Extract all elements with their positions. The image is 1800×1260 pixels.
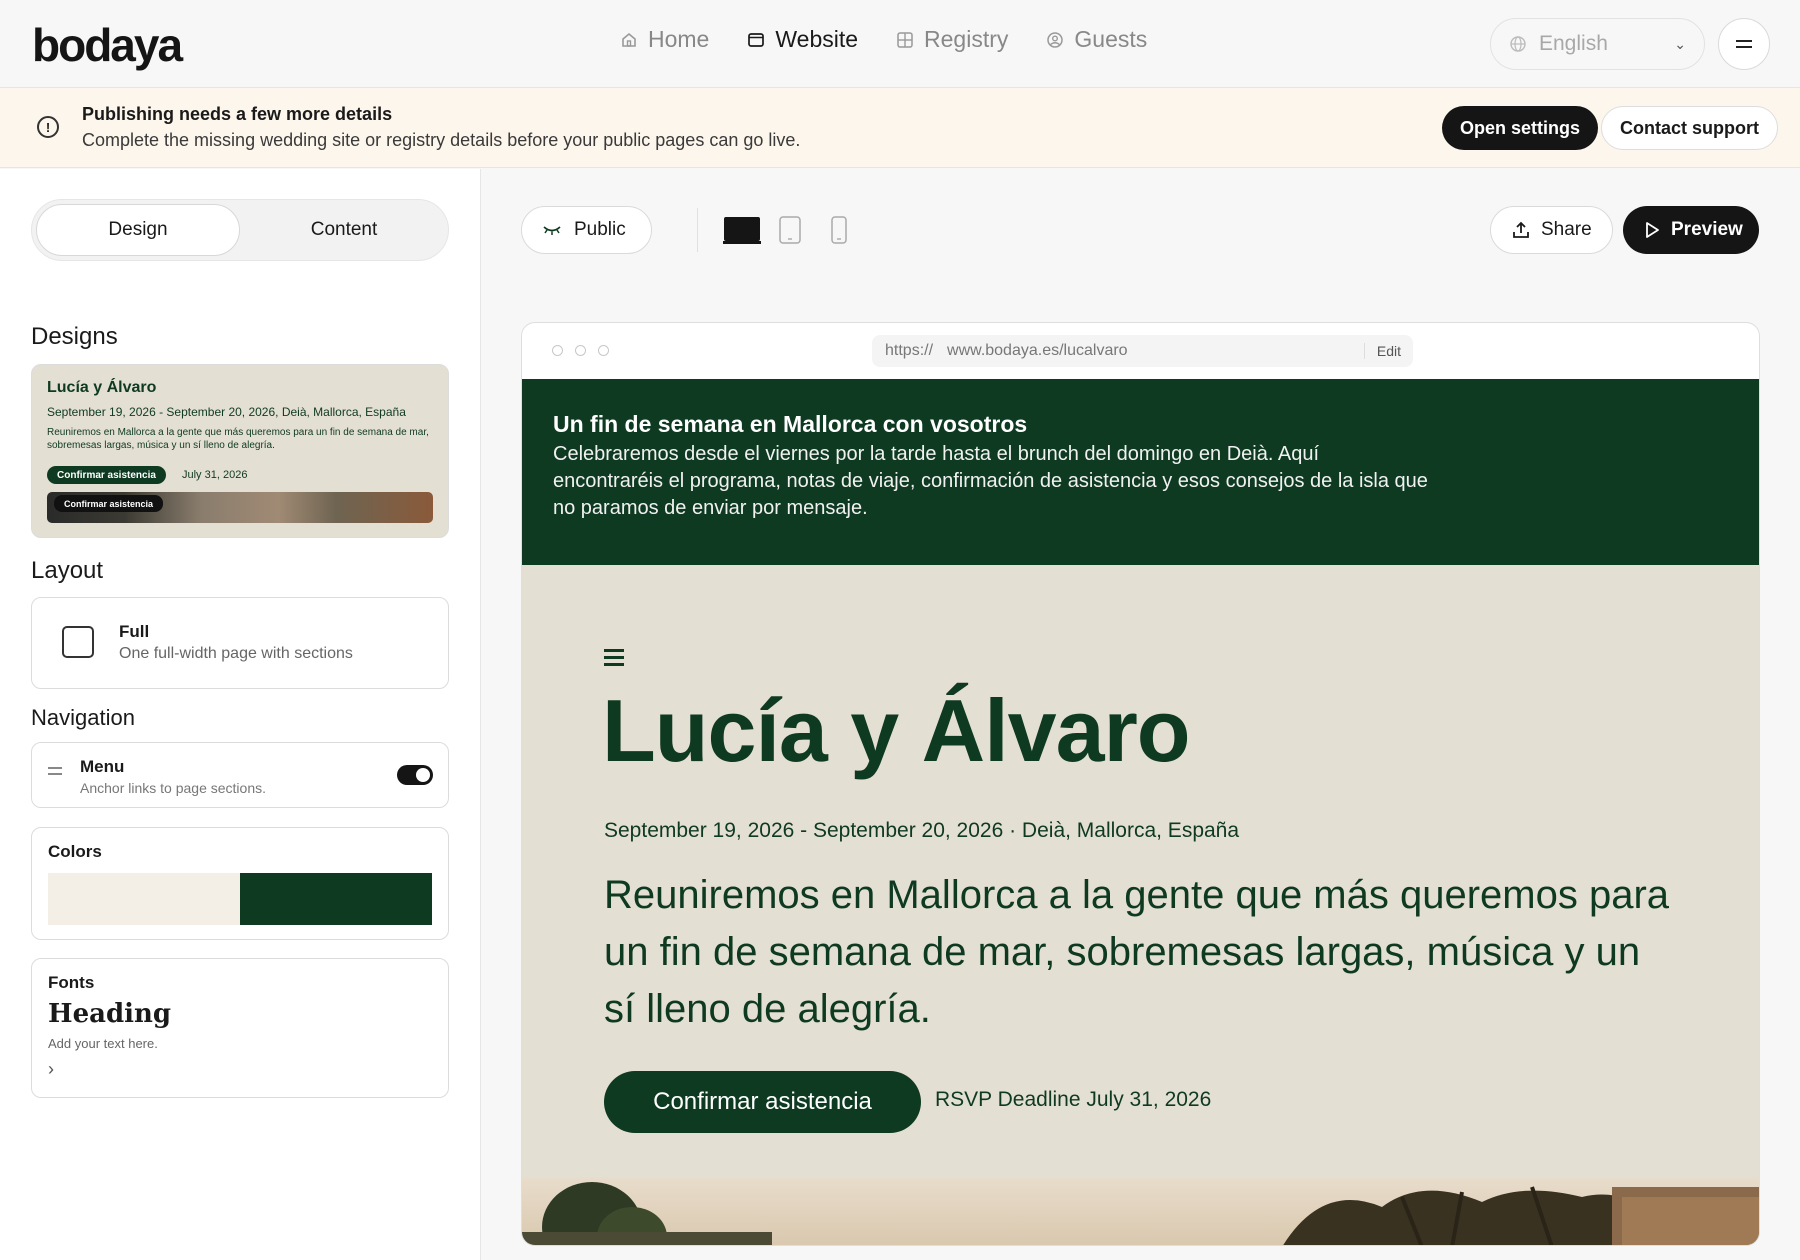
layout-full-icon xyxy=(62,626,94,658)
hero-description: Reuniremos en Mallorca a la gente que má… xyxy=(604,873,1670,1031)
url-bar[interactable]: https:// www.bodaya.es/lucalvaro Edit xyxy=(872,335,1413,367)
chevron-right-icon[interactable]: › xyxy=(48,1059,54,1080)
language-value: English xyxy=(1539,32,1608,55)
top-navigation: bodaya Home Website Registry Guests Engl… xyxy=(0,0,1800,88)
design-card-image-button: Confirmar asistencia xyxy=(54,495,164,512)
nav-item-registry[interactable]: Registry xyxy=(896,26,1008,53)
navigation-title: Navigation xyxy=(31,705,135,730)
landscape-photo xyxy=(522,1177,1759,1245)
upload-icon xyxy=(1513,221,1529,238)
nav-item-home[interactable]: Home xyxy=(620,26,709,53)
language-select[interactable]: English ⌄ xyxy=(1490,18,1705,70)
design-card-deadline: July 31, 2026 xyxy=(182,469,248,481)
nav-item-website[interactable]: Website xyxy=(747,26,858,53)
url-value: www.bodaya.es/lucalvaro xyxy=(947,342,1128,359)
toolbar-divider xyxy=(697,208,698,252)
design-card-date: September 19, 2026 - September 20, 2026,… xyxy=(47,405,406,419)
layout-option[interactable]: Full One full-width page with sections xyxy=(31,597,449,689)
fonts-title: Fonts xyxy=(48,973,95,992)
colors-card[interactable]: Colors xyxy=(31,827,449,940)
preview-label: Preview xyxy=(1671,219,1743,240)
nav-item-registry-label: Registry xyxy=(924,26,1009,52)
sidebar-tabs: Design Content xyxy=(31,199,449,261)
banner-body: Complete the missing wedding site or reg… xyxy=(82,130,801,150)
color-swatch-light[interactable] xyxy=(48,873,240,925)
rsvp-deadline: RSVP Deadline July 31, 2026 xyxy=(935,1088,1212,1111)
colors-title: Colors xyxy=(48,842,102,861)
layout-name: Full xyxy=(119,622,150,641)
navigation-card: Menu Anchor links to page sections. xyxy=(31,742,449,808)
intro-title: Un fin de semana en Mallorca con vosotro… xyxy=(553,411,1028,437)
site-preview-frame: https:// www.bodaya.es/lucalvaro Edit Un… xyxy=(521,322,1760,1246)
home-icon xyxy=(622,32,636,47)
window-dots xyxy=(552,345,609,356)
main-nav: Home Website Registry Guests xyxy=(620,26,1147,53)
rsvp-button[interactable]: Confirmar asistencia xyxy=(604,1071,921,1133)
landscape-illustration xyxy=(522,1182,1759,1245)
browser-icon xyxy=(748,32,765,47)
share-button[interactable]: Share xyxy=(1490,206,1613,254)
layout-desc: One full-width page with sections xyxy=(119,645,353,662)
globe-icon xyxy=(1510,36,1526,52)
design-card-desc: Reuniremos en Mallorca a la gente que má… xyxy=(47,427,429,451)
grid-icon xyxy=(897,31,913,48)
share-label: Share xyxy=(1541,219,1592,240)
visibility-label: Public xyxy=(574,219,626,240)
chevron-down-icon: ⌄ xyxy=(1674,35,1686,52)
url-edit-button[interactable]: Edit xyxy=(1363,343,1413,359)
nav-item-guests-label: Guests xyxy=(1074,26,1148,52)
desktop-icon[interactable] xyxy=(723,216,761,244)
menu-icon xyxy=(1736,40,1752,48)
menu-button[interactable] xyxy=(1718,18,1770,70)
mobile-icon[interactable] xyxy=(831,216,847,244)
site-menu-icon[interactable] xyxy=(604,649,624,670)
tablet-icon[interactable] xyxy=(779,216,801,244)
color-swatch-dark[interactable] xyxy=(240,873,432,925)
url-protocol: https:// xyxy=(885,342,934,359)
navigation-toggle[interactable] xyxy=(397,765,433,785)
tab-design[interactable]: Design xyxy=(36,204,240,256)
design-card[interactable]: Lucía y Álvaro September 19, 2026 - Sept… xyxy=(31,364,449,538)
design-card-name: Lucía y Álvaro xyxy=(47,379,157,396)
banner-title: Publishing needs a few more details xyxy=(82,104,393,124)
logo[interactable]: bodaya xyxy=(32,18,183,72)
play-icon xyxy=(1646,222,1659,238)
fonts-heading-sample: Heading xyxy=(48,999,172,1029)
hero-section: Lucía y Álvaro September 19, 2026 - Sept… xyxy=(522,565,1759,1177)
user-circle-icon xyxy=(1047,31,1064,48)
preview-button[interactable]: Preview xyxy=(1623,206,1759,254)
intro-section: Un fin de semana en Mallorca con vosotro… xyxy=(522,379,1759,565)
visibility-button[interactable]: Public xyxy=(521,206,652,254)
event-date-location: September 19, 2026 - September 20, 2026 … xyxy=(604,819,1240,842)
intro-body: Celebraremos desde el viernes por la tar… xyxy=(553,443,1428,519)
menu-lines-icon xyxy=(48,767,62,779)
contact-support-button[interactable]: Contact support xyxy=(1601,106,1778,150)
layout-title: Layout xyxy=(31,557,104,584)
nav-item-website-label: Website xyxy=(775,26,859,52)
fonts-card[interactable]: Fonts Heading Add your text here. › xyxy=(31,958,449,1098)
nav-item-guests[interactable]: Guests xyxy=(1046,26,1147,53)
fonts-body-sample: Add your text here. xyxy=(48,1036,158,1051)
alert-icon: ! xyxy=(37,116,59,138)
designs-title: Designs xyxy=(31,323,118,350)
open-settings-button[interactable]: Open settings xyxy=(1442,106,1599,150)
sidebar: Design Content Designs Lucía y Álvaro Se… xyxy=(0,169,481,1260)
navigation-desc: Anchor links to page sections. xyxy=(80,780,266,796)
design-card-button: Confirmar asistencia xyxy=(47,466,166,484)
tab-content[interactable]: Content xyxy=(242,204,446,256)
navigation-name: Menu xyxy=(80,757,125,776)
nav-item-home-label: Home xyxy=(648,26,710,52)
eye-closed-icon xyxy=(543,226,561,235)
couple-names: Lucía y Álvaro xyxy=(602,681,1191,780)
